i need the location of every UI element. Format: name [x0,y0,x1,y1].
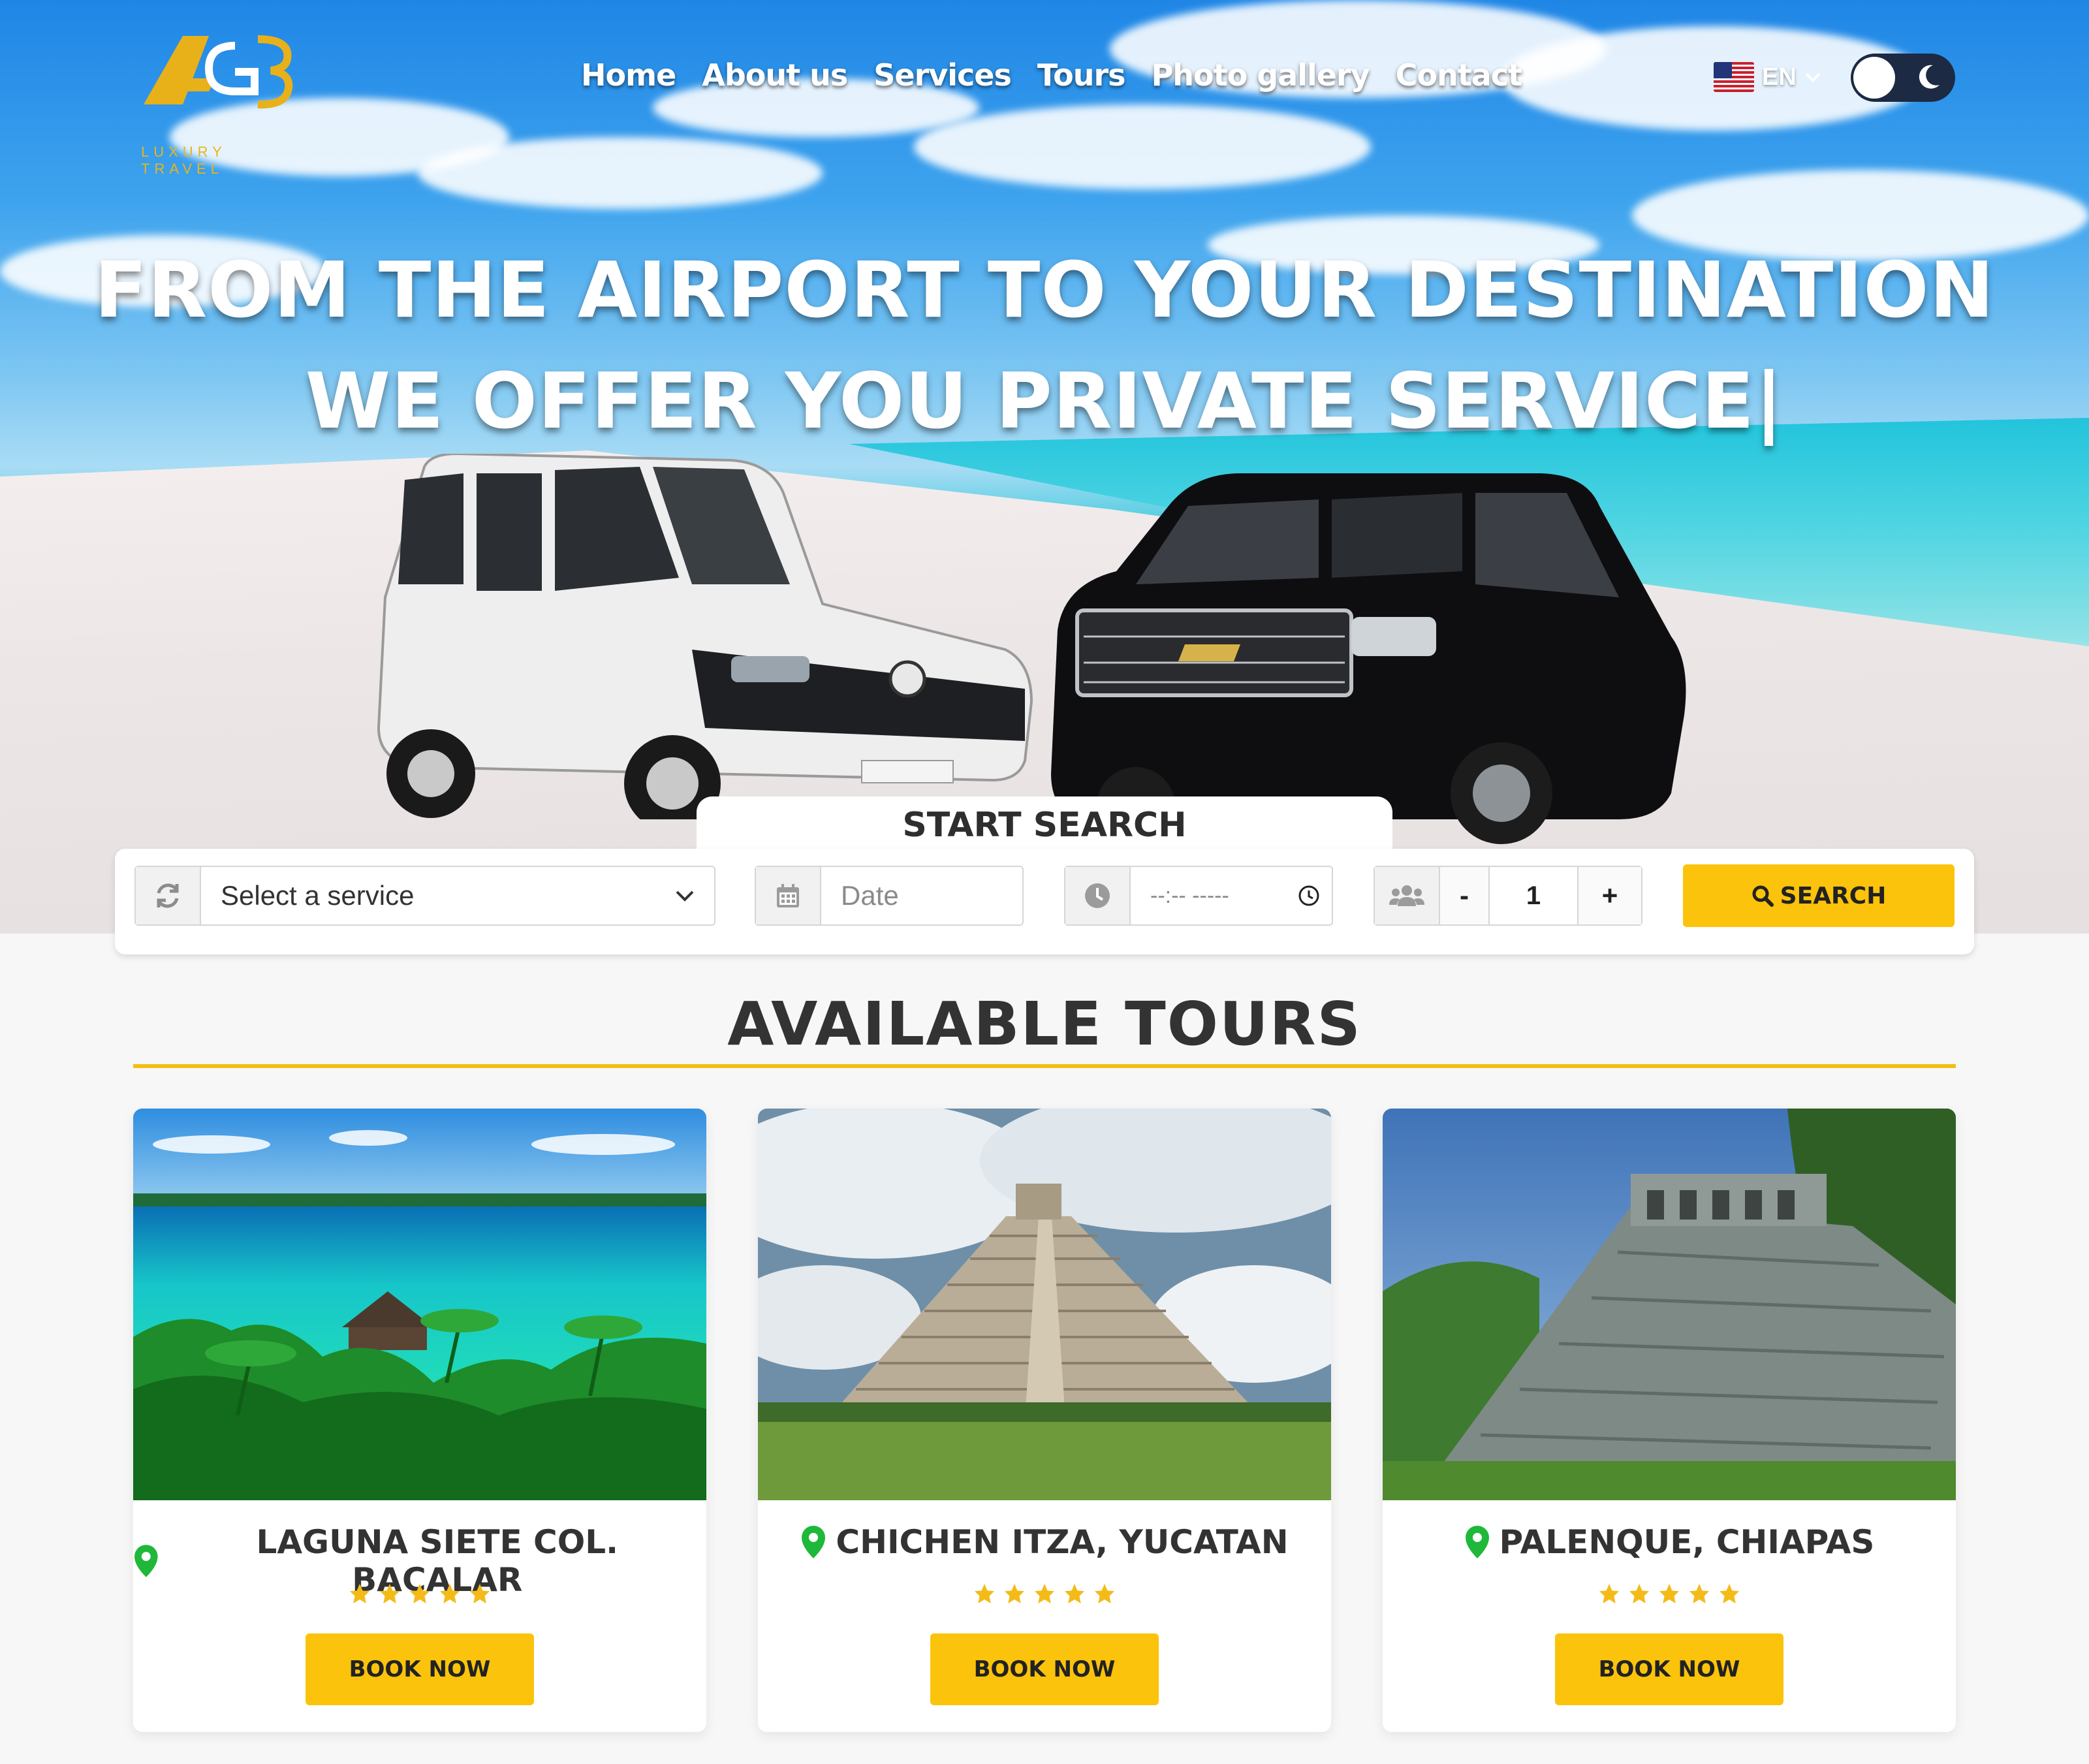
star-icon [1005,1584,1024,1603]
tour-photo-palenque[interactable] [1383,1109,1956,1500]
tour-name: PALENQUE, CHIAPAS [1499,1523,1875,1561]
date-input: Date [841,880,899,911]
time-picker-icon[interactable] [1286,867,1332,924]
suv-image [1051,473,1686,845]
star-icon [1689,1584,1709,1603]
tour-card: CHICHEN ITZA, YUCATAN BOOK NOW [758,1109,1331,1732]
logo[interactable]: LUXURY TRAVEL [137,26,294,177]
service-select-value: Select a service [221,880,415,911]
date-field[interactable]: Date [755,866,1024,926]
logo-tagline: LUXURY TRAVEL [141,144,227,177]
section-title: AVAILABLE TOURS [727,989,1362,1059]
hero-banner: LUXURY TRAVEL Home About us Services Tou… [0,0,2089,934]
book-now-button[interactable]: BOOK NOW [930,1633,1159,1705]
nav-home[interactable]: Home [581,57,676,93]
hero-headline-line1: FROM THE AIRPORT TO YOUR DESTINATION [94,245,1995,335]
toggle-knob [1853,57,1895,99]
nav-contact[interactable]: Contact [1396,57,1522,93]
search-panel: Select a service Date --:-- ----- - 1 + … [115,849,1974,954]
star-icon [1659,1584,1679,1603]
star-icon [1720,1584,1739,1603]
star-icon [1035,1584,1054,1603]
dark-mode-toggle[interactable] [1851,54,1955,102]
chevron-down-icon [1805,72,1821,82]
passengers-value[interactable]: 1 [1490,867,1579,924]
time-field[interactable]: --:-- ----- [1064,866,1333,926]
search-button-label: SEARCH [1780,882,1887,909]
star-icon [350,1584,369,1603]
increase-passengers-button[interactable]: + [1579,867,1641,924]
passengers-stepper[interactable]: - 1 + [1374,866,1642,926]
decrease-passengers-button[interactable]: - [1440,867,1490,924]
section-divider [133,1064,1956,1068]
map-pin-icon [1465,1526,1489,1558]
rating-stars [758,1582,1331,1605]
star-icon [380,1584,400,1603]
clock-icon [1065,867,1131,924]
cloud [418,137,823,209]
chevron-down-icon [655,867,714,924]
search-button[interactable]: SEARCH [1683,864,1955,927]
service-select[interactable]: Select a service [134,866,715,926]
rating-stars [133,1582,706,1605]
search-icon [1752,885,1774,907]
language-code: EN [1762,63,1797,91]
calendar-icon [756,867,821,924]
tour-title: PALENQUE, CHIAPAS [1383,1523,1956,1561]
book-now-button[interactable]: BOOK NOW [1555,1633,1783,1705]
nav-about-us[interactable]: About us [702,57,848,93]
time-input: --:-- ----- [1150,883,1229,908]
nav-photo-gallery[interactable]: Photo gallery [1152,57,1370,93]
nav-services[interactable]: Services [873,57,1012,93]
map-pin-icon [134,1545,158,1577]
tour-photo-bacalar[interactable] [133,1109,706,1500]
language-selector[interactable]: EN [1714,62,1821,92]
moon-icon [1919,65,1940,89]
star-icon [1599,1584,1619,1603]
users-icon [1375,867,1440,924]
star-icon [440,1584,460,1603]
search-tab-label: START SEARCH [902,806,1187,845]
logo-mark-icon [144,35,293,109]
us-flag-icon [1714,62,1754,92]
refresh-icon [136,867,201,924]
nav-tours[interactable]: Tours [1037,57,1126,93]
star-icon [470,1584,490,1603]
star-icon [1629,1584,1649,1603]
star-icon [1065,1584,1084,1603]
hero-headline-line2: WE OFFER YOU PRIVATE SERVICE| [305,356,1784,446]
star-icon [975,1584,994,1603]
star-icon [1095,1584,1114,1603]
map-pin-icon [802,1526,826,1558]
book-now-button[interactable]: BOOK NOW [306,1633,534,1705]
tour-photo-chichen-itza[interactable] [758,1109,1331,1500]
tour-card: LAGUNA SIETE COL. BACALAR BOOK NOW [133,1109,706,1732]
van-image [377,454,1033,819]
tour-name: CHICHEN ITZA, YUCATAN [836,1523,1289,1561]
tour-card: PALENQUE, CHIAPAS BOOK NOW [1383,1109,1956,1732]
main-nav: Home About us Services Tours Photo galle… [581,57,1522,93]
star-icon [410,1584,430,1603]
rating-stars [1383,1582,1956,1605]
cloud [914,104,1371,189]
tour-title: CHICHEN ITZA, YUCATAN [758,1523,1331,1561]
